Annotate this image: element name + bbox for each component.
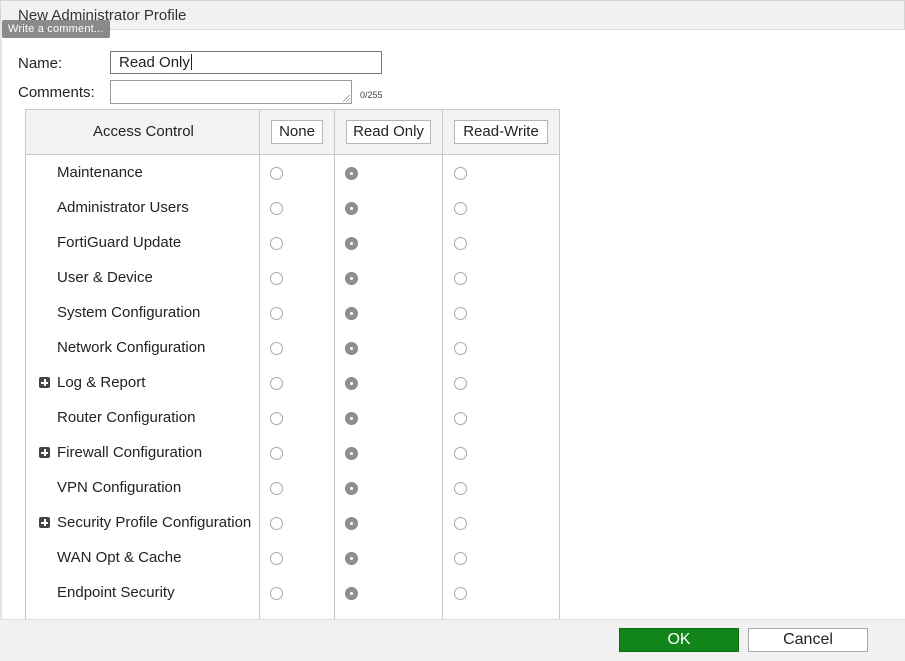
comments-char-counter: 0/255 [360, 90, 383, 100]
set-all-read-only-button[interactable]: Read Only [346, 120, 431, 144]
radio-read-only[interactable] [345, 342, 358, 355]
radio-read-write[interactable] [454, 412, 467, 425]
radio-none[interactable] [270, 412, 283, 425]
row-label: Security Profile Configuration [57, 514, 252, 531]
radio-read-only[interactable] [345, 202, 358, 215]
radio-none[interactable] [270, 167, 283, 180]
column-divider [259, 110, 260, 628]
comments-textarea[interactable] [110, 80, 352, 104]
row-label: Log & Report [57, 374, 146, 391]
radio-none[interactable] [270, 342, 283, 355]
row-label: Firewall Configuration [57, 444, 203, 461]
name-input-value: Read Only [119, 54, 190, 71]
radio-read-only[interactable] [345, 272, 358, 285]
resize-grip-icon[interactable] [343, 95, 350, 102]
radio-read-only[interactable] [345, 167, 358, 180]
radio-read-only[interactable] [345, 307, 358, 320]
radio-read-only[interactable] [345, 237, 358, 250]
set-all-read-write-button[interactable]: Read-Write [454, 120, 548, 144]
radio-none[interactable] [270, 447, 283, 460]
column-divider [334, 110, 335, 628]
radio-read-only[interactable] [345, 482, 358, 495]
radio-none[interactable] [270, 482, 283, 495]
name-input[interactable]: Read Only [110, 51, 382, 74]
radio-read-write[interactable] [454, 587, 467, 600]
comments-label: Comments: [18, 84, 95, 101]
name-label: Name: [18, 55, 63, 72]
comment-tooltip: Write a comment... [2, 20, 110, 38]
radio-none[interactable] [270, 272, 283, 285]
set-all-none-button[interactable]: None [271, 120, 323, 144]
row-label: Maintenance [57, 164, 143, 181]
radio-none[interactable] [270, 552, 283, 565]
radio-read-write[interactable] [454, 377, 467, 390]
row-label: Endpoint Security [57, 584, 175, 601]
expand-plus-icon[interactable] [39, 517, 50, 528]
radio-read-write[interactable] [454, 167, 467, 180]
radio-read-write[interactable] [454, 482, 467, 495]
row-label: FortiGuard Update [57, 234, 182, 251]
radio-none[interactable] [270, 307, 283, 320]
radio-read-write[interactable] [454, 202, 467, 215]
radio-read-write[interactable] [454, 342, 467, 355]
access-control-header: Access Control [93, 123, 194, 140]
access-control-table: Access Control None Read Only Read-Write… [25, 109, 560, 629]
radio-none[interactable] [270, 237, 283, 250]
cancel-button[interactable]: Cancel [748, 628, 868, 652]
radio-read-only[interactable] [345, 517, 358, 530]
expand-plus-icon[interactable] [39, 377, 50, 388]
radio-none[interactable] [270, 587, 283, 600]
row-label: VPN Configuration [57, 479, 182, 496]
column-divider [442, 110, 443, 628]
text-caret [190, 54, 192, 70]
radio-read-write[interactable] [454, 552, 467, 565]
radio-read-only[interactable] [345, 447, 358, 460]
radio-read-only[interactable] [345, 552, 358, 565]
radio-none[interactable] [270, 377, 283, 390]
ok-button[interactable]: OK [619, 628, 739, 652]
row-label: Router Configuration [57, 409, 196, 426]
radio-read-write[interactable] [454, 307, 467, 320]
radio-read-only[interactable] [345, 377, 358, 390]
radio-read-write[interactable] [454, 272, 467, 285]
dialog-titlebar: New Administrator Profile [0, 0, 905, 30]
radio-read-write[interactable] [454, 237, 467, 250]
radio-none[interactable] [270, 517, 283, 530]
row-label: Network Configuration [57, 339, 206, 356]
radio-none[interactable] [270, 202, 283, 215]
expand-plus-icon[interactable] [39, 447, 50, 458]
row-label: Administrator Users [57, 199, 189, 216]
row-label: System Configuration [57, 304, 201, 321]
table-header: Access Control None Read Only Read-Write [26, 110, 559, 155]
row-label: WAN Opt & Cache [57, 549, 182, 566]
radio-read-write[interactable] [454, 517, 467, 530]
radio-read-only[interactable] [345, 587, 358, 600]
row-label: User & Device [57, 269, 153, 286]
dialog-left-border [0, 28, 2, 660]
radio-read-only[interactable] [345, 412, 358, 425]
radio-read-write[interactable] [454, 447, 467, 460]
